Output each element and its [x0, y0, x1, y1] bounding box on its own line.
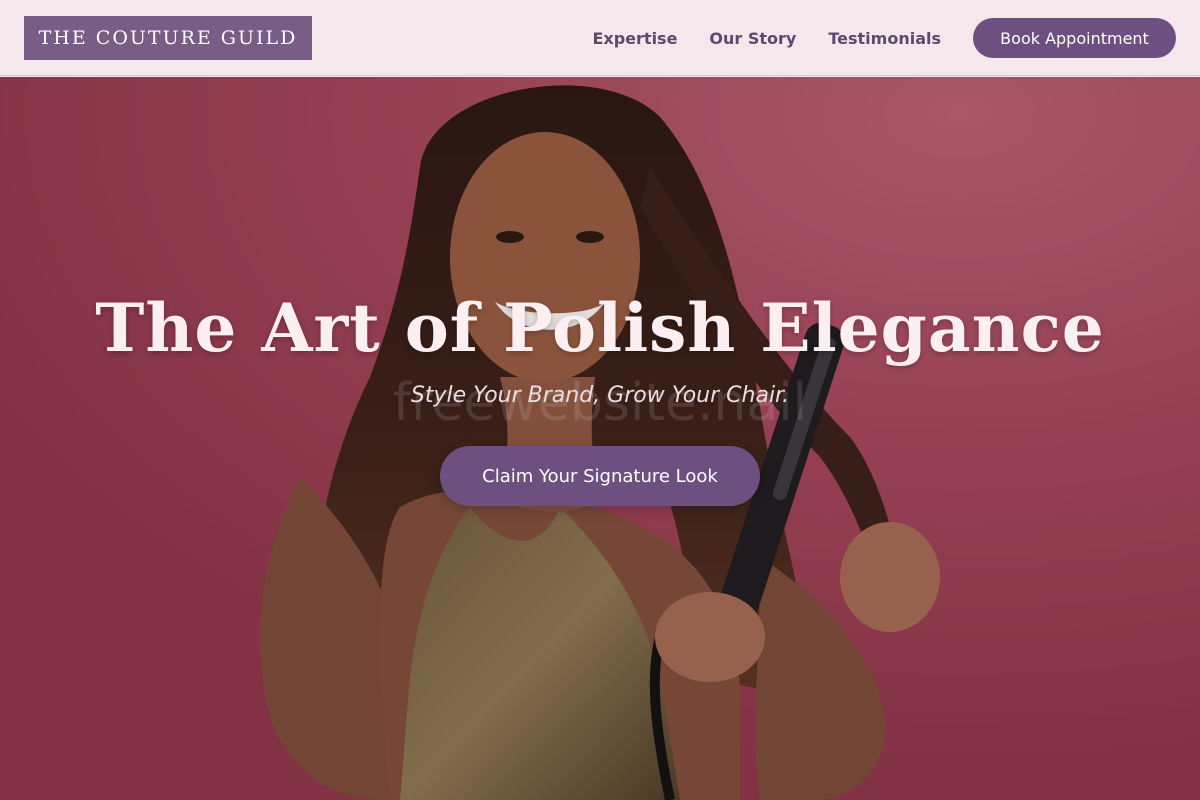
hero-title: The Art of Polish Elegance	[95, 289, 1105, 367]
nav-link-our-story[interactable]: Our Story	[709, 29, 796, 48]
hero-section: freewebsite.nail The Art of Polish Elega…	[0, 77, 1200, 800]
claim-signature-look-button[interactable]: Claim Your Signature Look	[440, 446, 760, 506]
nav-link-testimonials[interactable]: Testimonials	[828, 29, 941, 48]
main-nav: Expertise Our Story Testimonials Book Ap…	[592, 18, 1176, 58]
hero-subtitle: Style Your Brand, Grow Your Chair.	[410, 383, 790, 408]
nav-link-expertise[interactable]: Expertise	[592, 29, 677, 48]
hero-overlay	[0, 77, 1200, 800]
top-navbar: THE COUTURE GUILD Expertise Our Story Te…	[0, 0, 1200, 76]
book-appointment-button[interactable]: Book Appointment	[973, 18, 1176, 58]
site-logo[interactable]: THE COUTURE GUILD	[24, 16, 312, 60]
